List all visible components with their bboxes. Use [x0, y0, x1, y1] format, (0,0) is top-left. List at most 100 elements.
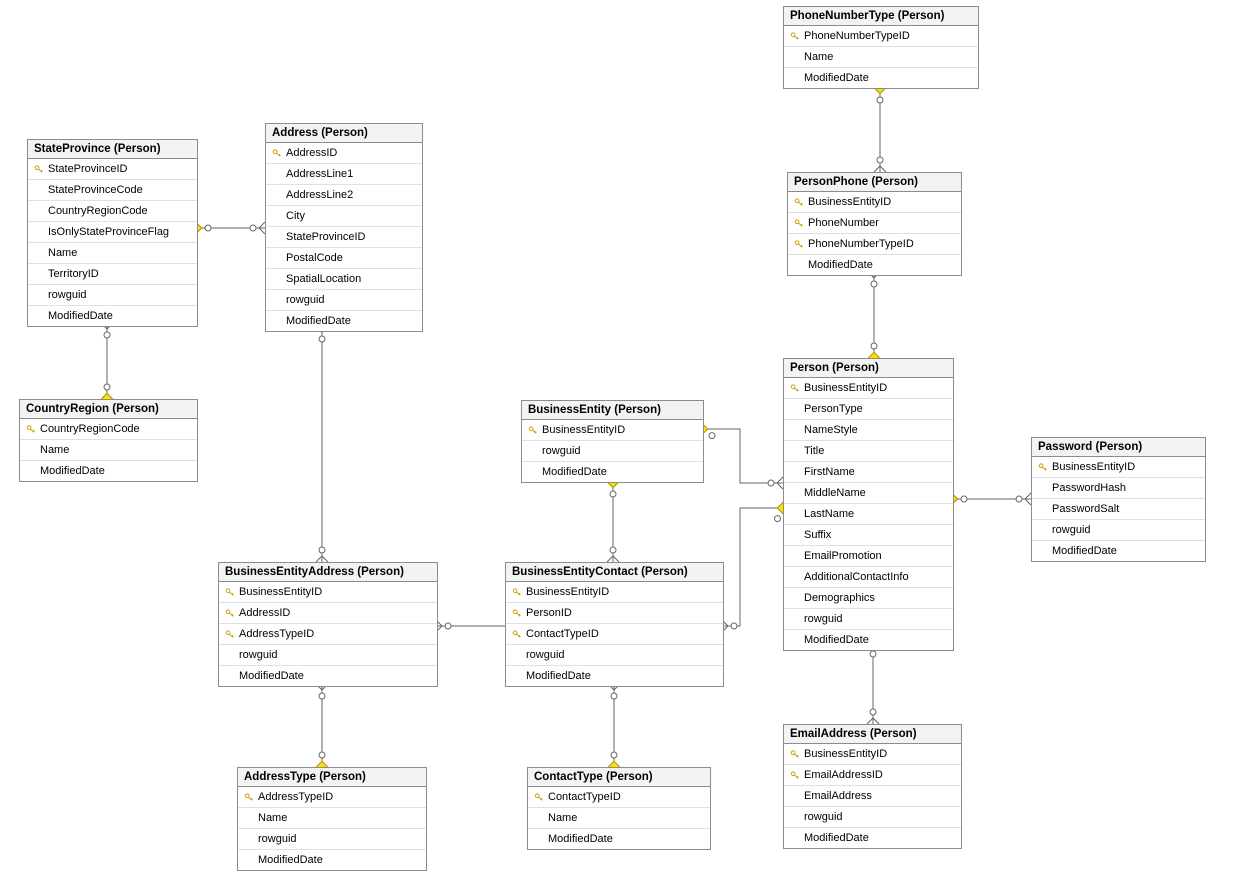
entity-PersonPhone[interactable]: PersonPhone (Person)BusinessEntityIDPhon…: [787, 172, 962, 276]
column-row[interactable]: CountryRegionCode: [20, 419, 197, 440]
entity-StateProvince[interactable]: StateProvince (Person)StateProvinceIDSta…: [27, 139, 198, 327]
column-row[interactable]: AddressTypeID: [238, 787, 426, 808]
column-row[interactable]: ModifiedDate: [266, 311, 422, 331]
column-row[interactable]: BusinessEntityID: [784, 744, 961, 765]
entity-header[interactable]: Password (Person): [1032, 438, 1205, 457]
column-row[interactable]: Name: [28, 243, 197, 264]
column-row[interactable]: PasswordSalt: [1032, 499, 1205, 520]
column-row[interactable]: AddressLine2: [266, 185, 422, 206]
entity-Password[interactable]: Password (Person)BusinessEntityIDPasswor…: [1031, 437, 1206, 562]
column-row[interactable]: PostalCode: [266, 248, 422, 269]
primary-key-icon: [512, 629, 522, 639]
entity-header[interactable]: PhoneNumberType (Person): [784, 7, 978, 26]
column-row[interactable]: Title: [784, 441, 953, 462]
column-row[interactable]: ModifiedDate: [784, 68, 978, 88]
column-row[interactable]: PhoneNumberTypeID: [784, 26, 978, 47]
entity-header[interactable]: BusinessEntityContact (Person): [506, 563, 723, 582]
column-row[interactable]: rowguid: [522, 441, 703, 462]
entity-ContactType[interactable]: ContactType (Person)ContactTypeIDNameMod…: [527, 767, 711, 850]
column-row[interactable]: PersonID: [506, 603, 723, 624]
column-row[interactable]: PhoneNumber: [788, 213, 961, 234]
column-row[interactable]: ModifiedDate: [522, 462, 703, 482]
column-row[interactable]: ModifiedDate: [219, 666, 437, 686]
entity-Address[interactable]: Address (Person)AddressIDAddressLine1Add…: [265, 123, 423, 332]
column-row[interactable]: StateProvinceID: [28, 159, 197, 180]
column-row[interactable]: AddressID: [266, 143, 422, 164]
column-row[interactable]: StateProvinceCode: [28, 180, 197, 201]
column-row[interactable]: Suffix: [784, 525, 953, 546]
entity-Person[interactable]: Person (Person)BusinessEntityIDPersonTyp…: [783, 358, 954, 651]
column-row[interactable]: ContactTypeID: [506, 624, 723, 645]
column-row[interactable]: Name: [528, 808, 710, 829]
entity-header[interactable]: Person (Person): [784, 359, 953, 378]
entity-EmailAddress[interactable]: EmailAddress (Person)BusinessEntityIDEma…: [783, 724, 962, 849]
column-row[interactable]: ModifiedDate: [528, 829, 710, 849]
column-row[interactable]: Name: [238, 808, 426, 829]
column-row[interactable]: ModifiedDate: [28, 306, 197, 326]
entity-header[interactable]: CountryRegion (Person): [20, 400, 197, 419]
entity-CountryRegion[interactable]: CountryRegion (Person)CountryRegionCodeN…: [19, 399, 198, 482]
entity-header[interactable]: PersonPhone (Person): [788, 173, 961, 192]
column-name: Name: [46, 247, 191, 259]
relationship-line: [722, 502, 789, 632]
column-row[interactable]: CountryRegionCode: [28, 201, 197, 222]
entity-header[interactable]: BusinessEntityAddress (Person): [219, 563, 437, 582]
column-row[interactable]: EmailAddressID: [784, 765, 961, 786]
column-row[interactable]: AddressTypeID: [219, 624, 437, 645]
column-row[interactable]: BusinessEntityID: [522, 420, 703, 441]
column-row[interactable]: BusinessEntityID: [506, 582, 723, 603]
entity-header[interactable]: AddressType (Person): [238, 768, 426, 787]
entity-BusinessEntityContact[interactable]: BusinessEntityContact (Person)BusinessEn…: [505, 562, 724, 687]
entity-PhoneNumberType[interactable]: PhoneNumberType (Person)PhoneNumberTypeI…: [783, 6, 979, 89]
column-row[interactable]: rowguid: [1032, 520, 1205, 541]
column-row[interactable]: AddressID: [219, 603, 437, 624]
column-row[interactable]: AddressLine1: [266, 164, 422, 185]
entity-header[interactable]: EmailAddress (Person): [784, 725, 961, 744]
entity-BusinessEntity[interactable]: BusinessEntity (Person)BusinessEntityIDr…: [521, 400, 704, 483]
column-row[interactable]: ModifiedDate: [788, 255, 961, 275]
column-row[interactable]: City: [266, 206, 422, 227]
entity-header[interactable]: BusinessEntity (Person): [522, 401, 703, 420]
column-row[interactable]: BusinessEntityID: [784, 378, 953, 399]
column-row[interactable]: ModifiedDate: [784, 630, 953, 650]
column-row[interactable]: rowguid: [266, 290, 422, 311]
column-row[interactable]: Demographics: [784, 588, 953, 609]
column-row[interactable]: TerritoryID: [28, 264, 197, 285]
column-row[interactable]: rowguid: [784, 609, 953, 630]
column-row[interactable]: BusinessEntityID: [219, 582, 437, 603]
column-row[interactable]: SpatialLocation: [266, 269, 422, 290]
column-row[interactable]: PhoneNumberTypeID: [788, 234, 961, 255]
column-row[interactable]: Name: [20, 440, 197, 461]
column-row[interactable]: MiddleName: [784, 483, 953, 504]
entity-header[interactable]: ContactType (Person): [528, 768, 710, 787]
column-row[interactable]: ModifiedDate: [238, 850, 426, 870]
entity-BusinessEntityAddress[interactable]: BusinessEntityAddress (Person)BusinessEn…: [218, 562, 438, 687]
column-row[interactable]: BusinessEntityID: [788, 192, 961, 213]
column-row[interactable]: EmailPromotion: [784, 546, 953, 567]
column-row[interactable]: rowguid: [28, 285, 197, 306]
column-row[interactable]: LastName: [784, 504, 953, 525]
column-row[interactable]: rowguid: [506, 645, 723, 666]
column-row[interactable]: rowguid: [784, 807, 961, 828]
column-row[interactable]: ModifiedDate: [784, 828, 961, 848]
column-row[interactable]: ModifiedDate: [1032, 541, 1205, 561]
entity-header[interactable]: StateProvince (Person): [28, 140, 197, 159]
column-row[interactable]: NameStyle: [784, 420, 953, 441]
column-row[interactable]: IsOnlyStateProvinceFlag: [28, 222, 197, 243]
column-row[interactable]: PersonType: [784, 399, 953, 420]
column-row[interactable]: PasswordHash: [1032, 478, 1205, 499]
column-row[interactable]: ModifiedDate: [506, 666, 723, 686]
entity-AddressType[interactable]: AddressType (Person)AddressTypeIDNamerow…: [237, 767, 427, 871]
column-row[interactable]: FirstName: [784, 462, 953, 483]
column-row[interactable]: AdditionalContactInfo: [784, 567, 953, 588]
column-row[interactable]: rowguid: [219, 645, 437, 666]
column-row[interactable]: rowguid: [238, 829, 426, 850]
column-row[interactable]: Name: [784, 47, 978, 68]
primary-key-icon: [790, 31, 800, 41]
column-row[interactable]: StateProvinceID: [266, 227, 422, 248]
column-row[interactable]: EmailAddress: [784, 786, 961, 807]
column-row[interactable]: BusinessEntityID: [1032, 457, 1205, 478]
column-row[interactable]: ContactTypeID: [528, 787, 710, 808]
column-row[interactable]: ModifiedDate: [20, 461, 197, 481]
entity-header[interactable]: Address (Person): [266, 124, 422, 143]
